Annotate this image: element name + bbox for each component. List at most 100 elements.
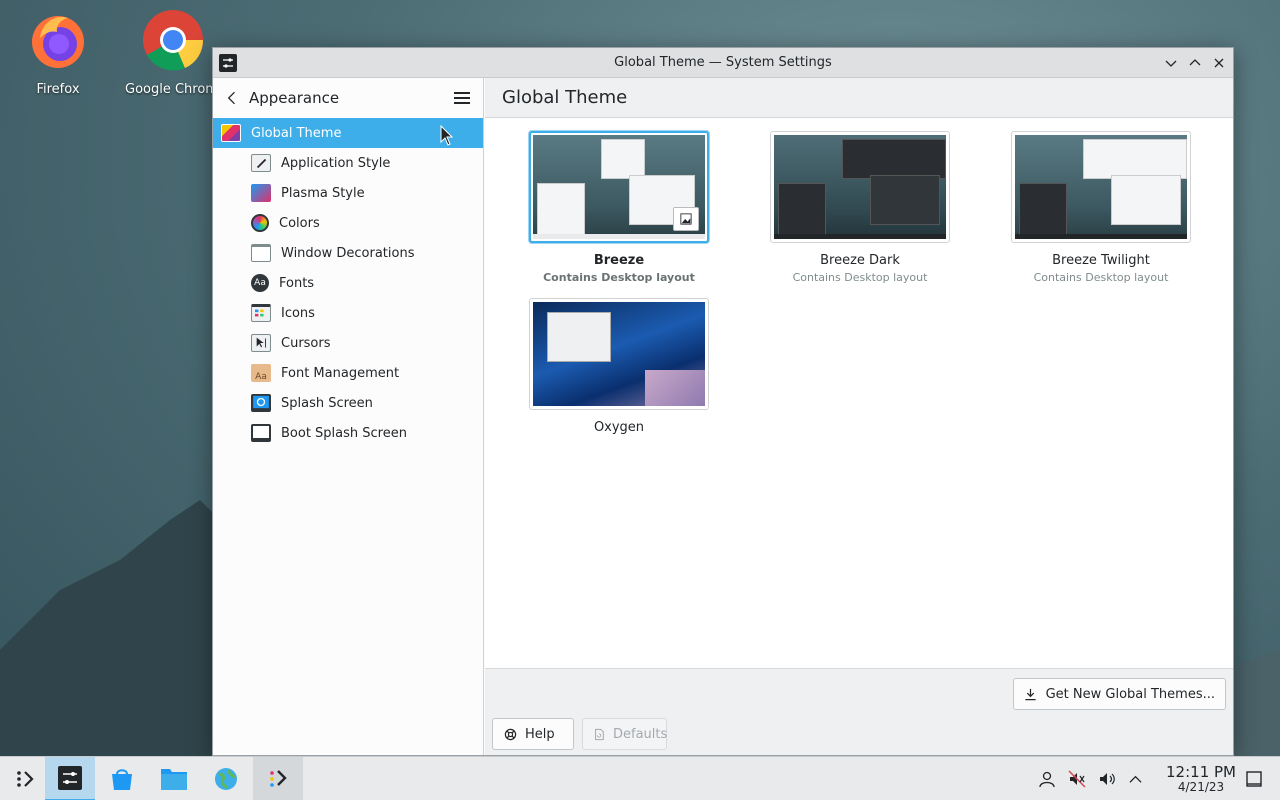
download-icon <box>1024 687 1038 701</box>
user-status-button[interactable] <box>1037 769 1057 789</box>
sidebar-item-label: Splash Screen <box>281 395 373 411</box>
maximize-button[interactable] <box>1186 54 1204 72</box>
sidebar-item-label: Global Theme <box>251 125 342 141</box>
taskbar-file-manager[interactable] <box>149 757 199 800</box>
mouse-cursor-icon <box>440 125 454 146</box>
window-decorations-icon <box>251 244 271 262</box>
theme-thumbnail[interactable] <box>529 298 709 410</box>
sidebar-item-font-management[interactable]: Aa Font Management <box>213 358 483 388</box>
sidebar-item-label: Cursors <box>281 335 331 351</box>
minimize-button[interactable] <box>1162 54 1180 72</box>
sidebar-item-label: Plasma Style <box>281 185 365 201</box>
digital-clock[interactable]: 12:11 PM 4/21/23 <box>1166 763 1236 794</box>
theme-thumbnail[interactable] <box>529 131 709 243</box>
theme-thumbnail[interactable] <box>770 131 950 243</box>
sidebar-item-splash-screen[interactable]: Splash Screen <box>213 388 483 418</box>
application-launcher-button[interactable] <box>0 757 50 800</box>
plasma-style-icon <box>251 184 271 202</box>
boot-splash-screen-icon <box>251 424 271 442</box>
sidebar-item-fonts[interactable]: Aa Fonts <box>213 268 483 298</box>
theme-subtitle: Contains Desktop layout <box>1033 271 1169 284</box>
system-settings-icon <box>58 766 82 790</box>
desktop-icon-firefox[interactable]: Firefox <box>10 8 106 97</box>
defaults-icon <box>593 727 605 741</box>
sidebar-item-icons[interactable]: Icons <box>213 298 483 328</box>
globe-icon <box>215 768 237 790</box>
main-panel: Global Theme Breeze Contains Desktop lay… <box>485 78 1233 755</box>
desktop-icon-chrome[interactable]: Google Chrome <box>125 8 221 97</box>
theme-name: Breeze Dark <box>820 253 900 268</box>
get-new-label: Get New Global Themes... <box>1045 686 1215 702</box>
theme-tile-breeze-twilight[interactable]: Breeze Twilight Contains Desktop layout <box>1011 131 1191 284</box>
sidebar-item-plasma-style[interactable]: Plasma Style <box>213 178 483 208</box>
window-titlebar[interactable]: Global Theme — System Settings <box>213 48 1233 78</box>
cursors-icon <box>251 334 271 352</box>
desktop-icon-label: Google Chrome <box>125 82 221 97</box>
help-icon <box>503 727 517 741</box>
global-theme-icon <box>221 124 241 142</box>
sidebar-item-label: Icons <box>281 305 315 321</box>
show-desktop-icon <box>1246 771 1262 787</box>
help-button[interactable]: Help <box>492 718 574 750</box>
sidebar-item-label: Boot Splash Screen <box>281 425 407 441</box>
footer-bar: Get New Global Themes... Help Defaults <box>485 668 1233 755</box>
defaults-button[interactable]: Defaults <box>582 718 667 750</box>
show-desktop-button[interactable] <box>1244 769 1264 789</box>
sidebar-list: Global Theme Application Style Plasma St… <box>213 118 483 448</box>
get-new-global-themes-button[interactable]: Get New Global Themes... <box>1012 678 1226 710</box>
discover-store-icon <box>112 769 132 790</box>
sidebar-item-colors[interactable]: Colors <box>213 208 483 238</box>
show-hidden-icons-button[interactable] <box>1125 769 1145 789</box>
taskbar-kickoff[interactable] <box>253 757 303 800</box>
back-button[interactable] <box>223 89 241 107</box>
desktop-icon-label: Firefox <box>36 82 80 97</box>
sidebar-item-application-style[interactable]: Application Style <box>213 148 483 178</box>
help-label: Help <box>525 726 555 742</box>
taskbar-web-browser[interactable] <box>201 757 251 800</box>
sidebar-item-label: Window Decorations <box>281 245 415 261</box>
application-style-icon <box>251 154 271 172</box>
theme-subtitle: Contains Desktop layout <box>792 271 928 284</box>
chevron-up-icon <box>1189 59 1201 66</box>
sidebar-item-window-decorations[interactable]: Window Decorations <box>213 238 483 268</box>
theme-grid: Breeze Contains Desktop layout Breeze Da… <box>485 119 1233 669</box>
sidebar-header: Appearance <box>213 78 483 118</box>
chevron-left-icon <box>227 91 235 105</box>
defaults-label: Defaults <box>613 726 668 742</box>
user-icon <box>1039 771 1055 788</box>
clock-date: 4/21/23 <box>1177 780 1225 794</box>
theme-tile-breeze[interactable]: Breeze Contains Desktop layout <box>529 131 709 284</box>
sidebar-item-label: Colors <box>279 215 320 231</box>
theme-subtitle: Contains Desktop layout <box>543 271 695 284</box>
hamburger-menu-button[interactable] <box>453 90 471 106</box>
taskbar: 12:11 PM 4/21/23 <box>0 756 1280 800</box>
taskbar-discover[interactable] <box>97 757 147 800</box>
theme-thumbnail[interactable] <box>1011 131 1191 243</box>
font-management-icon: Aa <box>251 364 271 382</box>
audio-muted-button[interactable] <box>1067 769 1087 789</box>
firefox-icon <box>32 16 84 68</box>
sidebar-item-label: Font Management <box>281 365 400 381</box>
sidebar-item-cursors[interactable]: Cursors <box>213 328 483 358</box>
theme-name: Oxygen <box>593 420 645 435</box>
chevron-up-icon <box>1128 775 1142 783</box>
chrome-icon <box>143 10 204 71</box>
theme-name: Breeze Twilight <box>1052 253 1150 268</box>
theme-tile-oxygen[interactable]: Oxygen <box>529 298 709 435</box>
launcher-arrow-icon <box>270 770 287 787</box>
taskbar-system-settings[interactable] <box>45 757 95 800</box>
system-settings-window: Global Theme — System Settings Appearanc… <box>212 47 1234 756</box>
page-title: Global Theme <box>485 78 1233 118</box>
theme-name: Breeze <box>593 253 645 268</box>
window-title: Global Theme — System Settings <box>614 55 832 70</box>
theme-tile-breeze-dark[interactable]: Breeze Dark Contains Desktop layout <box>770 131 950 284</box>
volume-button[interactable] <box>1097 769 1117 789</box>
sidebar-item-label: Application Style <box>281 155 391 171</box>
hamburger-icon <box>454 92 470 104</box>
close-button[interactable] <box>1210 54 1228 72</box>
preview-image-icon[interactable] <box>673 207 699 231</box>
sidebar-item-boot-splash-screen[interactable]: Boot Splash Screen <box>213 418 483 448</box>
speaker-muted-icon <box>1068 770 1086 788</box>
close-icon <box>1214 58 1224 68</box>
speaker-icon <box>1100 773 1115 785</box>
